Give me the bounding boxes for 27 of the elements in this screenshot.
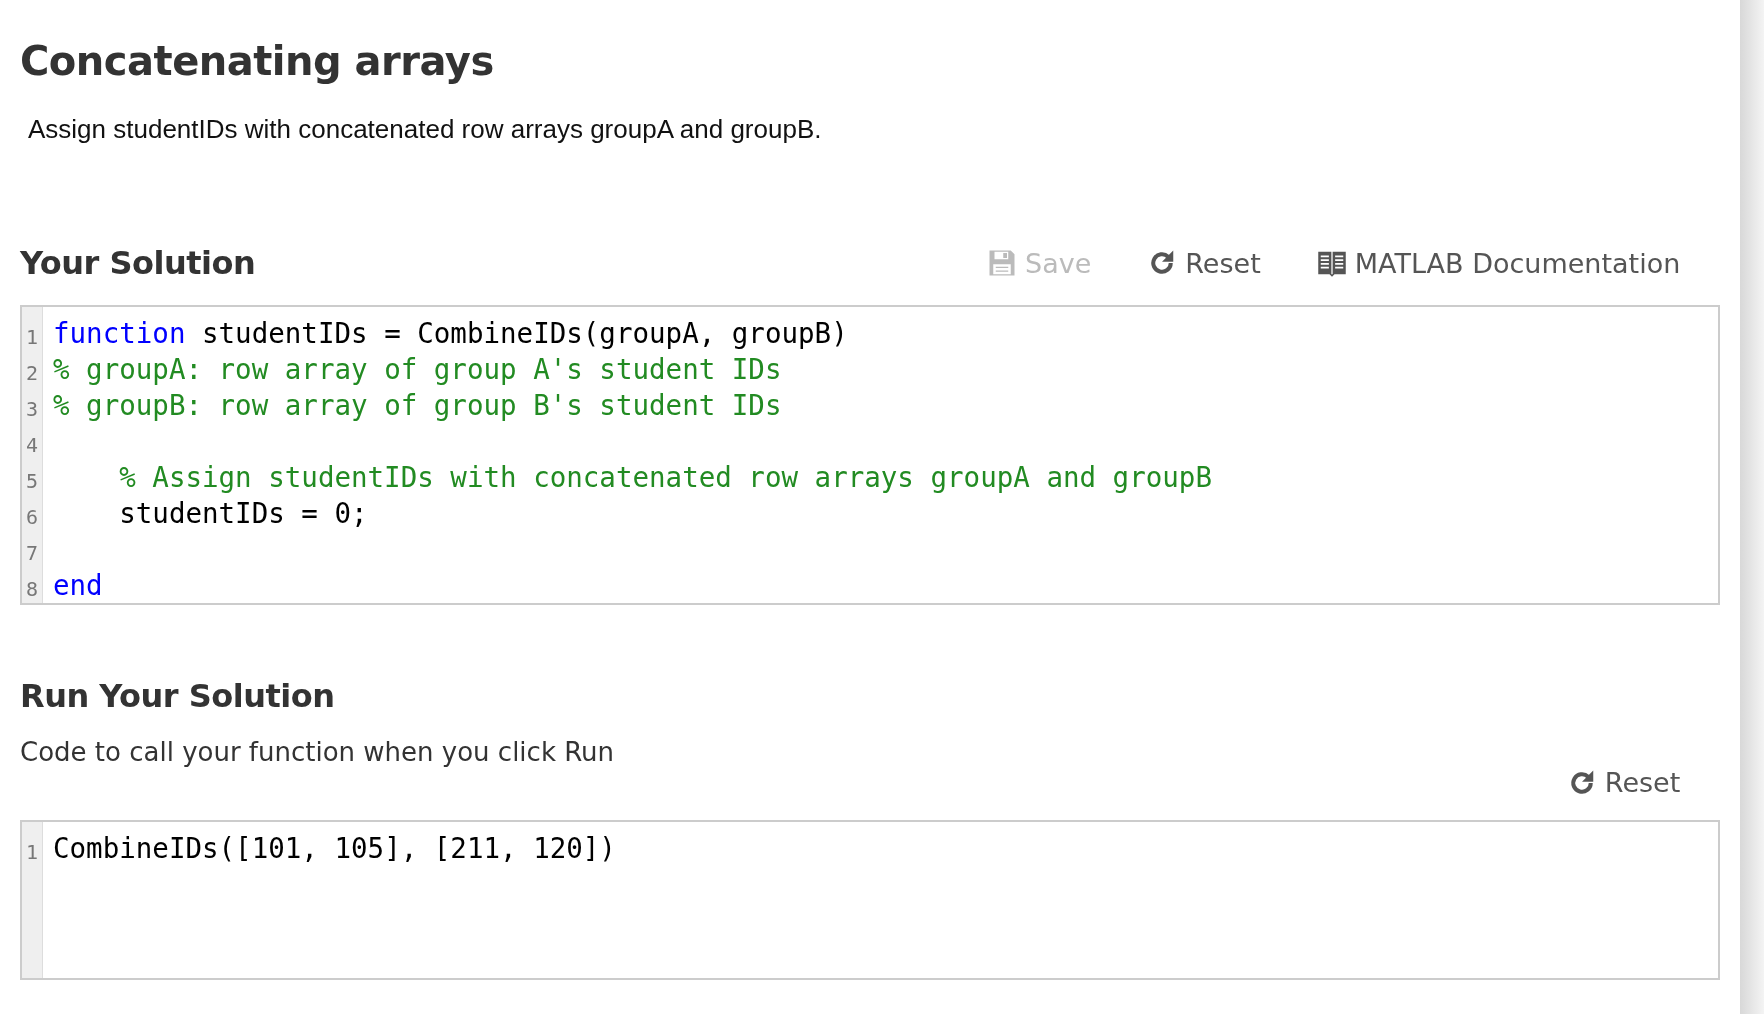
reset-button[interactable]: Reset — [1566, 767, 1681, 798]
line-number: 8 — [24, 576, 39, 603]
code-text: CombineIDs([101, 105], [211, 120]) — [53, 832, 616, 864]
code-keyword: function — [53, 317, 186, 349]
line-number: 2 — [24, 360, 39, 387]
line-number: 1 — [24, 324, 39, 351]
documentation-button[interactable]: MATLAB Documentation — [1316, 247, 1681, 279]
problem-description: Assign studentIDs with concatenated row arrays groupA and groupB. — [28, 114, 823, 145]
code-keyword: end — [53, 569, 103, 601]
code-editor[interactable] — [20, 305, 1721, 605]
code-text: studentIDs = CombineIDs(groupA, groupB) — [201, 317, 848, 349]
section-heading: Your Solution — [20, 244, 256, 282]
reset-button[interactable]: Reset — [1147, 247, 1261, 279]
line-number: 5 — [24, 468, 39, 495]
line-number: 7 — [24, 540, 39, 567]
code-editor[interactable]: 1 CombineIDs([101, 105], [211, 120]) — [20, 820, 1721, 980]
code-comment: % groupB: row array of group B's student IDs — [53, 389, 782, 421]
code-comment: % groupA: row array of group A's student IDs — [53, 353, 782, 385]
line-number: 6 — [24, 504, 39, 531]
line-number: 4 — [24, 432, 39, 459]
run-hint: Code to call your function when you click Run — [20, 737, 615, 767]
line-number: 1 — [24, 839, 39, 866]
code-comment: % Assign studentIDs with concatenated row arrays groupA and groupB — [119, 461, 1212, 493]
code-text: studentIDs = 0; — [119, 497, 368, 529]
page-title: Concatenating arrays — [20, 38, 495, 84]
section-heading: Run Your Solution — [20, 677, 336, 715]
line-number: 3 — [24, 396, 39, 423]
